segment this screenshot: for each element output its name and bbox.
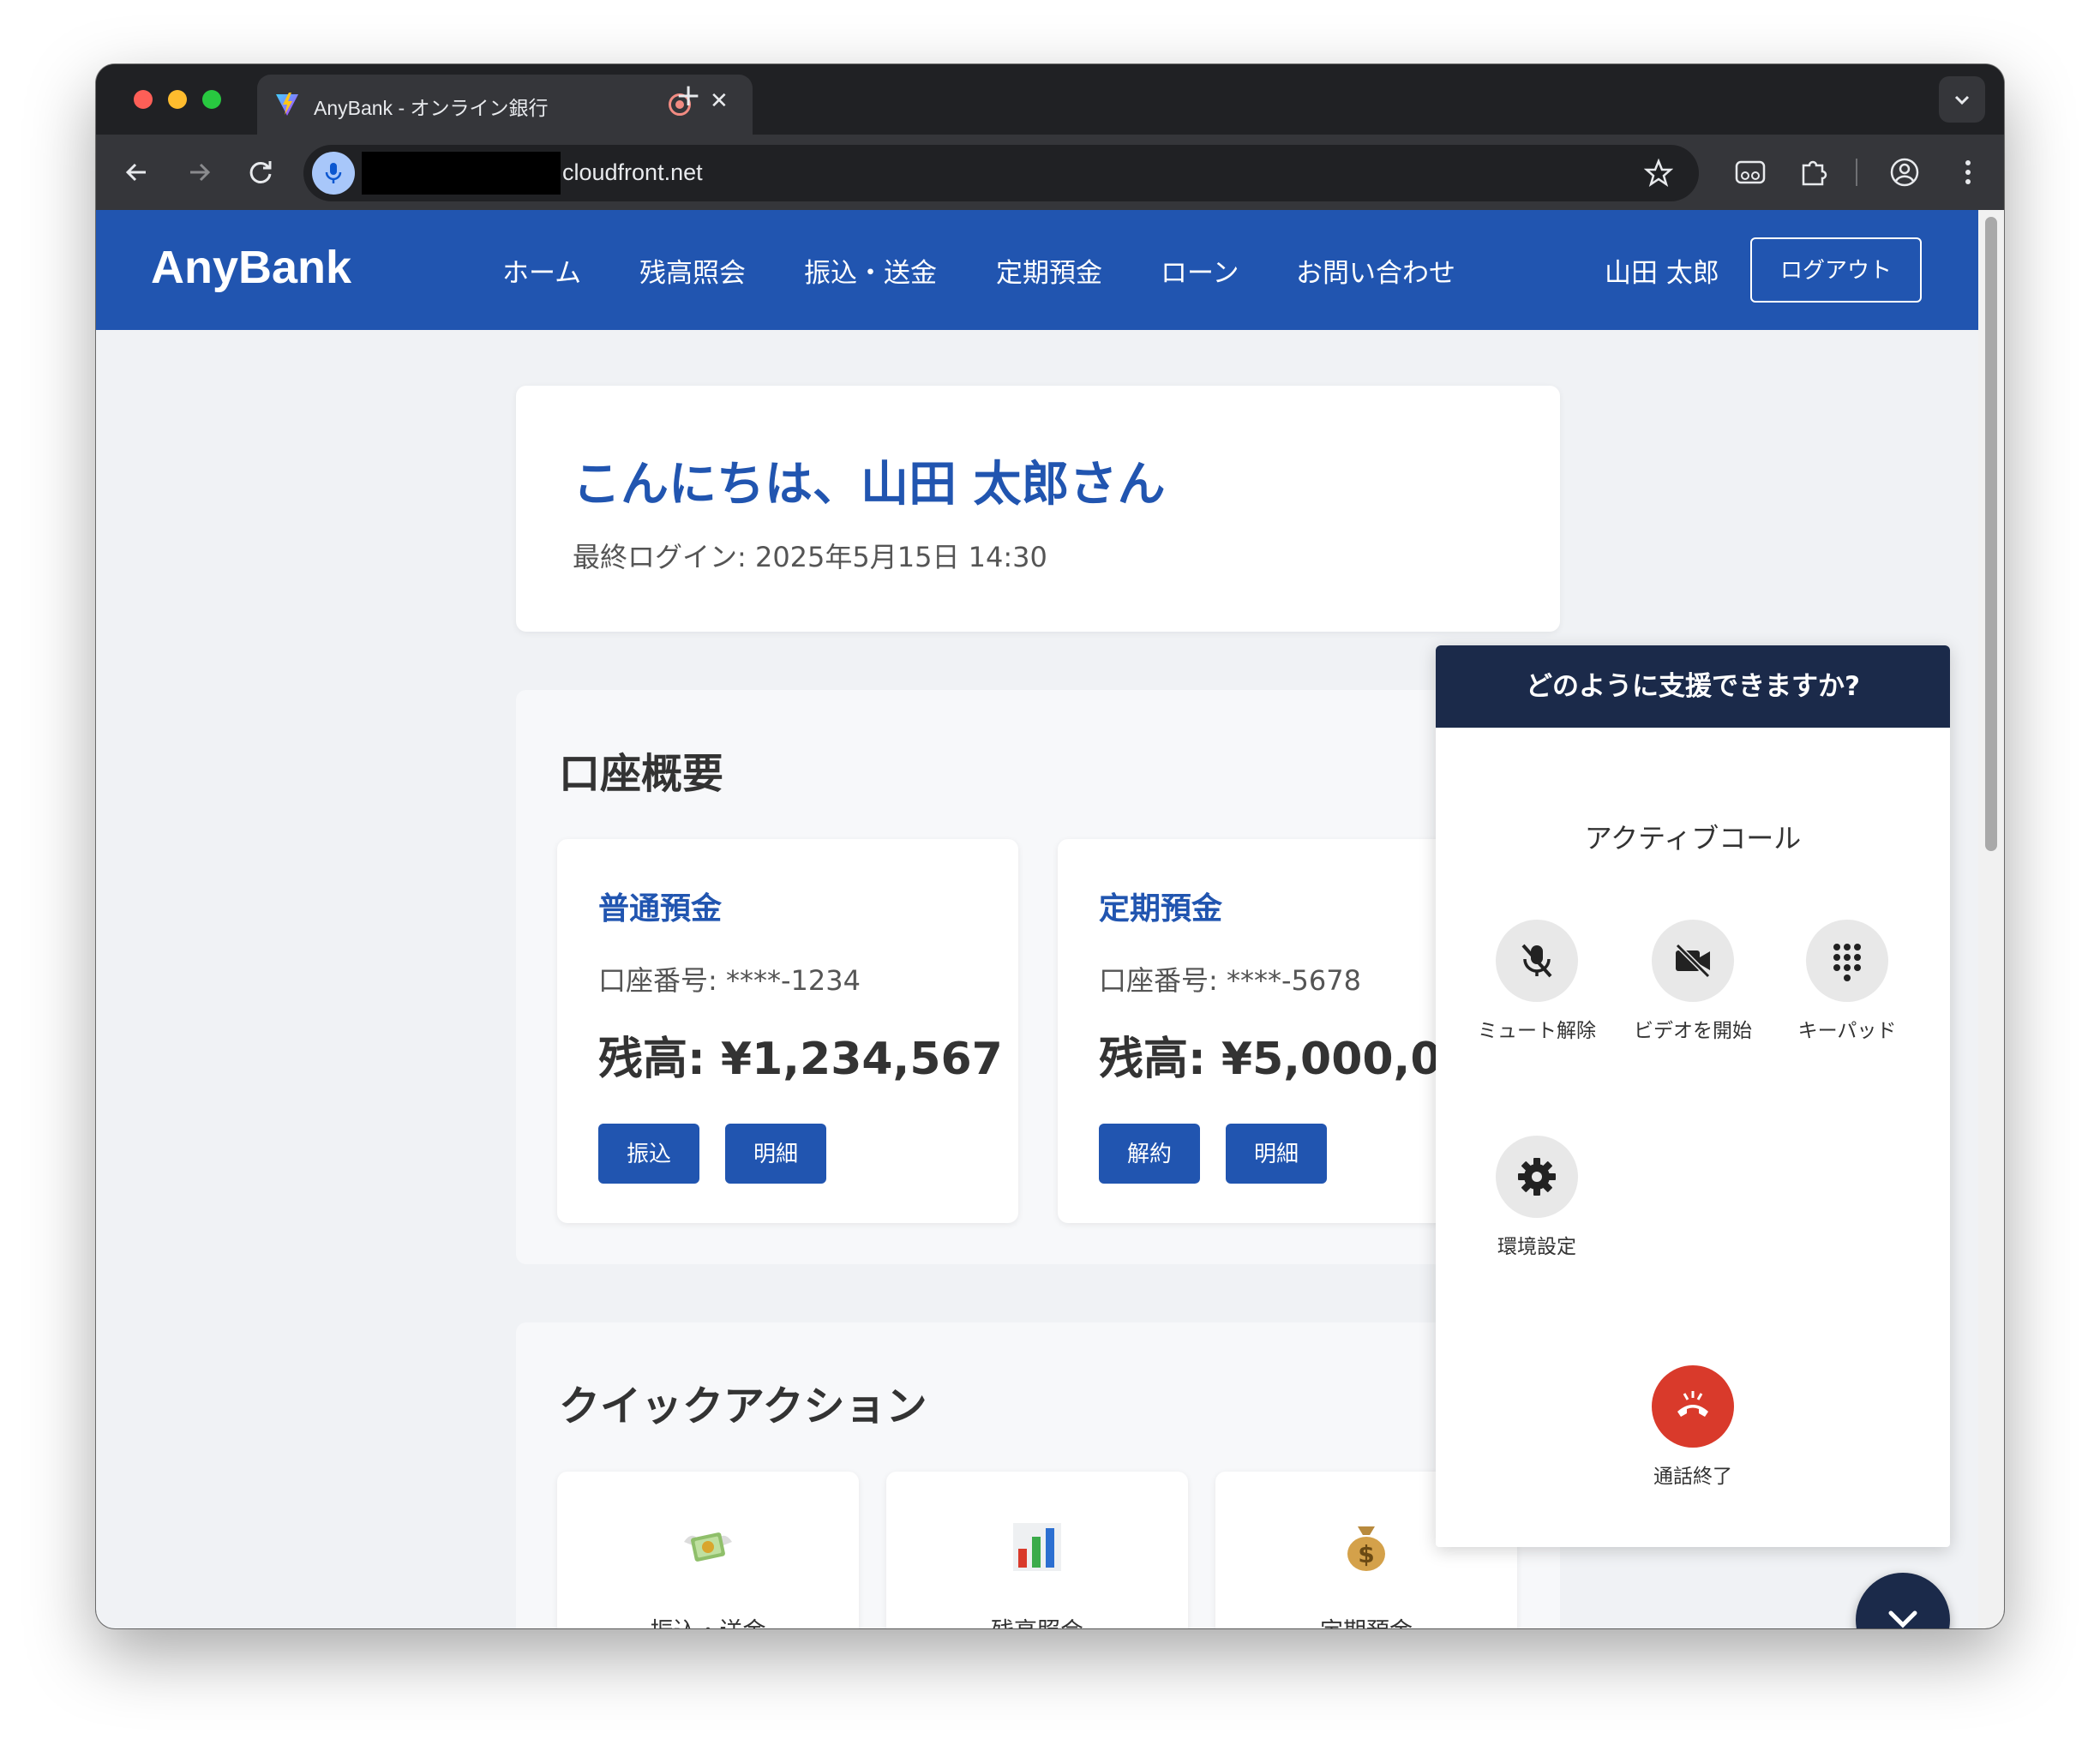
settings-button[interactable] — [1496, 1136, 1578, 1218]
forward-button[interactable] — [180, 153, 218, 191]
address-bar[interactable]: cloudfront.net — [303, 145, 1699, 201]
back-button[interactable] — [118, 153, 156, 191]
transfer-button[interactable]: 振込 — [598, 1124, 699, 1184]
welcome-greeting: こんにちは、山田 太郎さん — [573, 457, 1166, 513]
new-tab-button[interactable]: + — [675, 78, 701, 113]
chevron-down-icon — [1888, 1610, 1917, 1628]
browser-toolbar: cloudfront.net — [96, 135, 2004, 210]
settings-control[interactable]: 環境設定 — [1460, 1136, 1614, 1259]
gear-icon — [1518, 1158, 1556, 1196]
end-call-button[interactable] — [1652, 1365, 1734, 1448]
start-video-button[interactable] — [1652, 920, 1734, 1002]
control-label: 環境設定 — [1497, 1236, 1576, 1258]
reload-icon — [249, 161, 272, 183]
statement-button[interactable]: 明細 — [725, 1124, 826, 1184]
quick-action-transfer[interactable]: 振込・送金 — [557, 1472, 859, 1628]
assistant-panel: どのように支援できますか? アクティブコール ミュート解除 ビデオを開始 キーパ… — [1436, 645, 1950, 1547]
svg-text:$: $ — [1358, 1540, 1374, 1568]
end-call-control[interactable]: 通話終了 — [1616, 1365, 1770, 1489]
tab-search-button[interactable] — [1939, 76, 1985, 123]
end-call-label: 通話終了 — [1653, 1466, 1732, 1488]
section-title: 口座概要 — [559, 750, 724, 798]
phone-hangup-icon — [1677, 1391, 1708, 1417]
browser-window: AnyBank - オンライン銀行 ✕ + cloudfront.net Any… — [96, 64, 2004, 1628]
money-bag-icon: $ — [1347, 1526, 1385, 1571]
keypad-control[interactable]: キーパッド — [1770, 920, 1924, 1043]
unmute-button[interactable] — [1496, 920, 1578, 1002]
profile-icon[interactable] — [1887, 155, 1922, 189]
cancel-deposit-button[interactable]: 解約 — [1099, 1124, 1200, 1184]
video-off-icon — [1675, 943, 1711, 979]
arrow-left-icon — [125, 163, 146, 182]
arrow-right-icon — [190, 163, 211, 182]
keypad-button[interactable] — [1806, 920, 1888, 1002]
account-overview-section: 口座概要 普通預金 口座番号: ****-1234 残高: ¥1,234,567… — [516, 690, 1560, 1264]
site-logo[interactable]: AnyBank — [151, 241, 351, 294]
microphone-icon — [325, 163, 342, 183]
logout-button[interactable]: ログアウト — [1750, 237, 1922, 303]
control-label: ビデオを開始 — [1634, 1020, 1752, 1042]
quick-action-label: 振込・送金 — [557, 1612, 859, 1628]
unmute-control[interactable]: ミュート解除 — [1460, 920, 1614, 1043]
account-number: 口座番号: ****-1234 — [598, 964, 861, 997]
nav-time-deposit[interactable]: 定期預金 — [996, 251, 1102, 290]
nav-home[interactable]: ホーム — [502, 251, 581, 290]
keypad-icon — [1833, 944, 1861, 981]
nav-loan[interactable]: ローン — [1161, 251, 1239, 290]
control-label: ミュート解除 — [1478, 1020, 1596, 1042]
quick-action-label: 残高照会 — [886, 1612, 1188, 1628]
maximize-window-button[interactable] — [202, 90, 221, 109]
quick-action-label: 定期預金 — [1215, 1612, 1517, 1628]
call-status: アクティブコール — [1584, 822, 1802, 855]
page-scrollbar[interactable] — [1978, 210, 2004, 1628]
account-name: 定期預金 — [1099, 891, 1223, 926]
incognito-icon[interactable] — [1733, 155, 1767, 189]
more-menu-icon[interactable] — [1951, 155, 1985, 189]
bookmark-star-icon[interactable] — [1644, 159, 1673, 188]
section-title: クイックアクション — [559, 1382, 927, 1430]
bar-chart-icon — [1013, 1523, 1061, 1571]
extensions-puzzle-icon[interactable] — [1797, 155, 1831, 189]
last-login: 最終ログイン: 2025年5月15日 14:30 — [573, 541, 1047, 573]
statement-button[interactable]: 明細 — [1226, 1124, 1327, 1184]
scrollbar-thumb[interactable] — [1985, 217, 1997, 851]
account-balance: 残高: ¥1,234,567 — [598, 1034, 1003, 1085]
nav-balance[interactable]: 残高照会 — [639, 251, 746, 290]
welcome-card: こんにちは、山田 太郎さん 最終ログイン: 2025年5月15日 14:30 — [516, 386, 1560, 632]
assistant-toggle-button[interactable] — [1856, 1573, 1950, 1628]
user-name: 山田 太郎 — [1605, 258, 1719, 289]
site-header: AnyBank ホーム 残高照会 振込・送金 定期預金 ローン お問い合わせ 山… — [96, 210, 1978, 330]
redacted-url — [362, 152, 561, 195]
account-number: 口座番号: ****-5678 — [1099, 964, 1361, 997]
assistant-header: どのように支援できますか? — [1436, 645, 1950, 728]
close-window-button[interactable] — [134, 90, 153, 109]
microphone-muted-icon — [1521, 944, 1552, 978]
microphone-button[interactable] — [312, 152, 355, 195]
chevron-down-icon — [1954, 95, 1970, 105]
quick-actions-section: クイックアクション 振込・送金 残高照会 — [516, 1322, 1560, 1628]
nav-contact[interactable]: お問い合わせ — [1296, 251, 1455, 290]
tab-title: AnyBank - オンライン銀行 — [314, 97, 549, 119]
nav-transfer[interactable]: 振込・送金 — [804, 251, 937, 290]
tab-close-icon[interactable]: ✕ — [710, 88, 729, 114]
reload-button[interactable] — [242, 153, 279, 191]
account-name: 普通預金 — [598, 891, 723, 926]
account-card-savings: 普通預金 口座番号: ****-1234 残高: ¥1,234,567 振込 明… — [557, 839, 1018, 1223]
vite-logo-icon — [276, 93, 298, 116]
minimize-window-button[interactable] — [168, 90, 187, 109]
control-label: キーパッド — [1797, 1020, 1897, 1042]
money-with-wings-icon — [684, 1532, 732, 1562]
url-domain: cloudfront.net — [562, 159, 703, 185]
quick-action-balance[interactable]: 残高照会 — [886, 1472, 1188, 1628]
toolbar-divider — [1856, 159, 1857, 186]
tab-strip: AnyBank - オンライン銀行 ✕ + — [96, 64, 2004, 135]
start-video-control[interactable]: ビデオを開始 — [1616, 920, 1770, 1043]
page-viewport: AnyBank ホーム 残高照会 振込・送金 定期預金 ローン お問い合わせ 山… — [96, 210, 1978, 1628]
